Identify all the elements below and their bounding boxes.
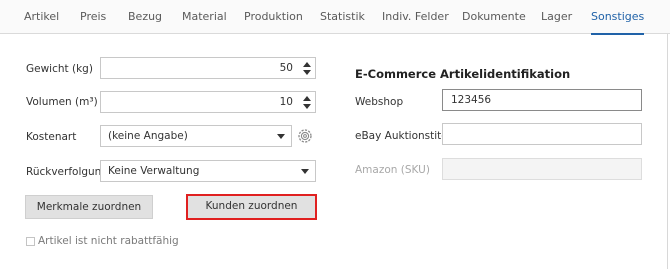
webshop-label: Webshop bbox=[355, 96, 404, 108]
merkmale-zuordnen-button[interactable]: Merkmale zuordnen bbox=[25, 195, 153, 219]
gear-icon[interactable] bbox=[297, 128, 313, 144]
tab-sonstiges[interactable]: Sonstiges bbox=[591, 0, 645, 35]
kostenart-value: (keine Angabe) bbox=[108, 130, 188, 142]
rueckverfolgung-select[interactable]: Keine Verwaltung bbox=[100, 160, 316, 182]
chevron-down-icon bbox=[301, 169, 309, 174]
kostenart-label: Kostenart bbox=[26, 131, 77, 143]
tab-indiv-felder[interactable]: Indiv. Felder bbox=[382, 0, 449, 34]
amazon-input bbox=[443, 159, 641, 179]
kunden-zuordnen-button[interactable]: Kunden zuordnen bbox=[186, 194, 317, 220]
tab-bezug[interactable]: Bezug bbox=[128, 0, 162, 34]
volumen-input[interactable] bbox=[101, 92, 297, 112]
tab-artikel[interactable]: Artikel bbox=[24, 0, 59, 34]
ebay-input[interactable] bbox=[443, 124, 641, 144]
rueckverfolgung-value: Keine Verwaltung bbox=[108, 165, 200, 177]
gewicht-label: Gewicht (kg) bbox=[26, 63, 93, 75]
tab-material[interactable]: Material bbox=[182, 0, 227, 34]
kostenart-select[interactable]: (keine Angabe) bbox=[100, 125, 292, 147]
spin-down-icon[interactable] bbox=[303, 70, 311, 75]
tab-lager[interactable]: Lager bbox=[541, 0, 572, 34]
tab-produktion[interactable]: Produktion bbox=[244, 0, 303, 34]
amazon-field bbox=[442, 158, 642, 180]
panel-border bbox=[667, 34, 668, 269]
volumen-label: Volumen (m³) bbox=[26, 96, 98, 108]
rabattfaehig-checkbox[interactable] bbox=[26, 237, 35, 246]
tab-preis[interactable]: Preis bbox=[80, 0, 106, 34]
tab-bar: Artikel Preis Bezug Material Produktion … bbox=[0, 0, 670, 35]
spin-down-icon[interactable] bbox=[303, 104, 311, 109]
tab-statistik[interactable]: Statistik bbox=[320, 0, 365, 34]
rabattfaehig-label: Artikel ist nicht rabattfähig bbox=[38, 235, 179, 247]
rueckverfolgung-label: Rückverfolgung bbox=[26, 166, 109, 178]
volumen-field[interactable] bbox=[100, 91, 316, 113]
gewicht-field[interactable] bbox=[100, 57, 316, 79]
amazon-label: Amazon (SKU) bbox=[355, 164, 430, 176]
ecommerce-heading: E-Commerce Artikelidentifikation bbox=[355, 67, 571, 81]
spin-up-icon[interactable] bbox=[303, 62, 311, 67]
tab-dokumente[interactable]: Dokumente bbox=[462, 0, 526, 34]
chevron-down-icon bbox=[277, 134, 285, 139]
ebay-label: eBay Auktionstitel bbox=[355, 130, 451, 142]
webshop-input[interactable] bbox=[443, 90, 641, 110]
ebay-field[interactable] bbox=[442, 123, 642, 145]
gewicht-input[interactable] bbox=[101, 58, 297, 78]
gewicht-spinner[interactable] bbox=[299, 58, 315, 78]
spin-up-icon[interactable] bbox=[303, 96, 311, 101]
webshop-field[interactable] bbox=[442, 89, 642, 111]
volumen-spinner[interactable] bbox=[299, 92, 315, 112]
